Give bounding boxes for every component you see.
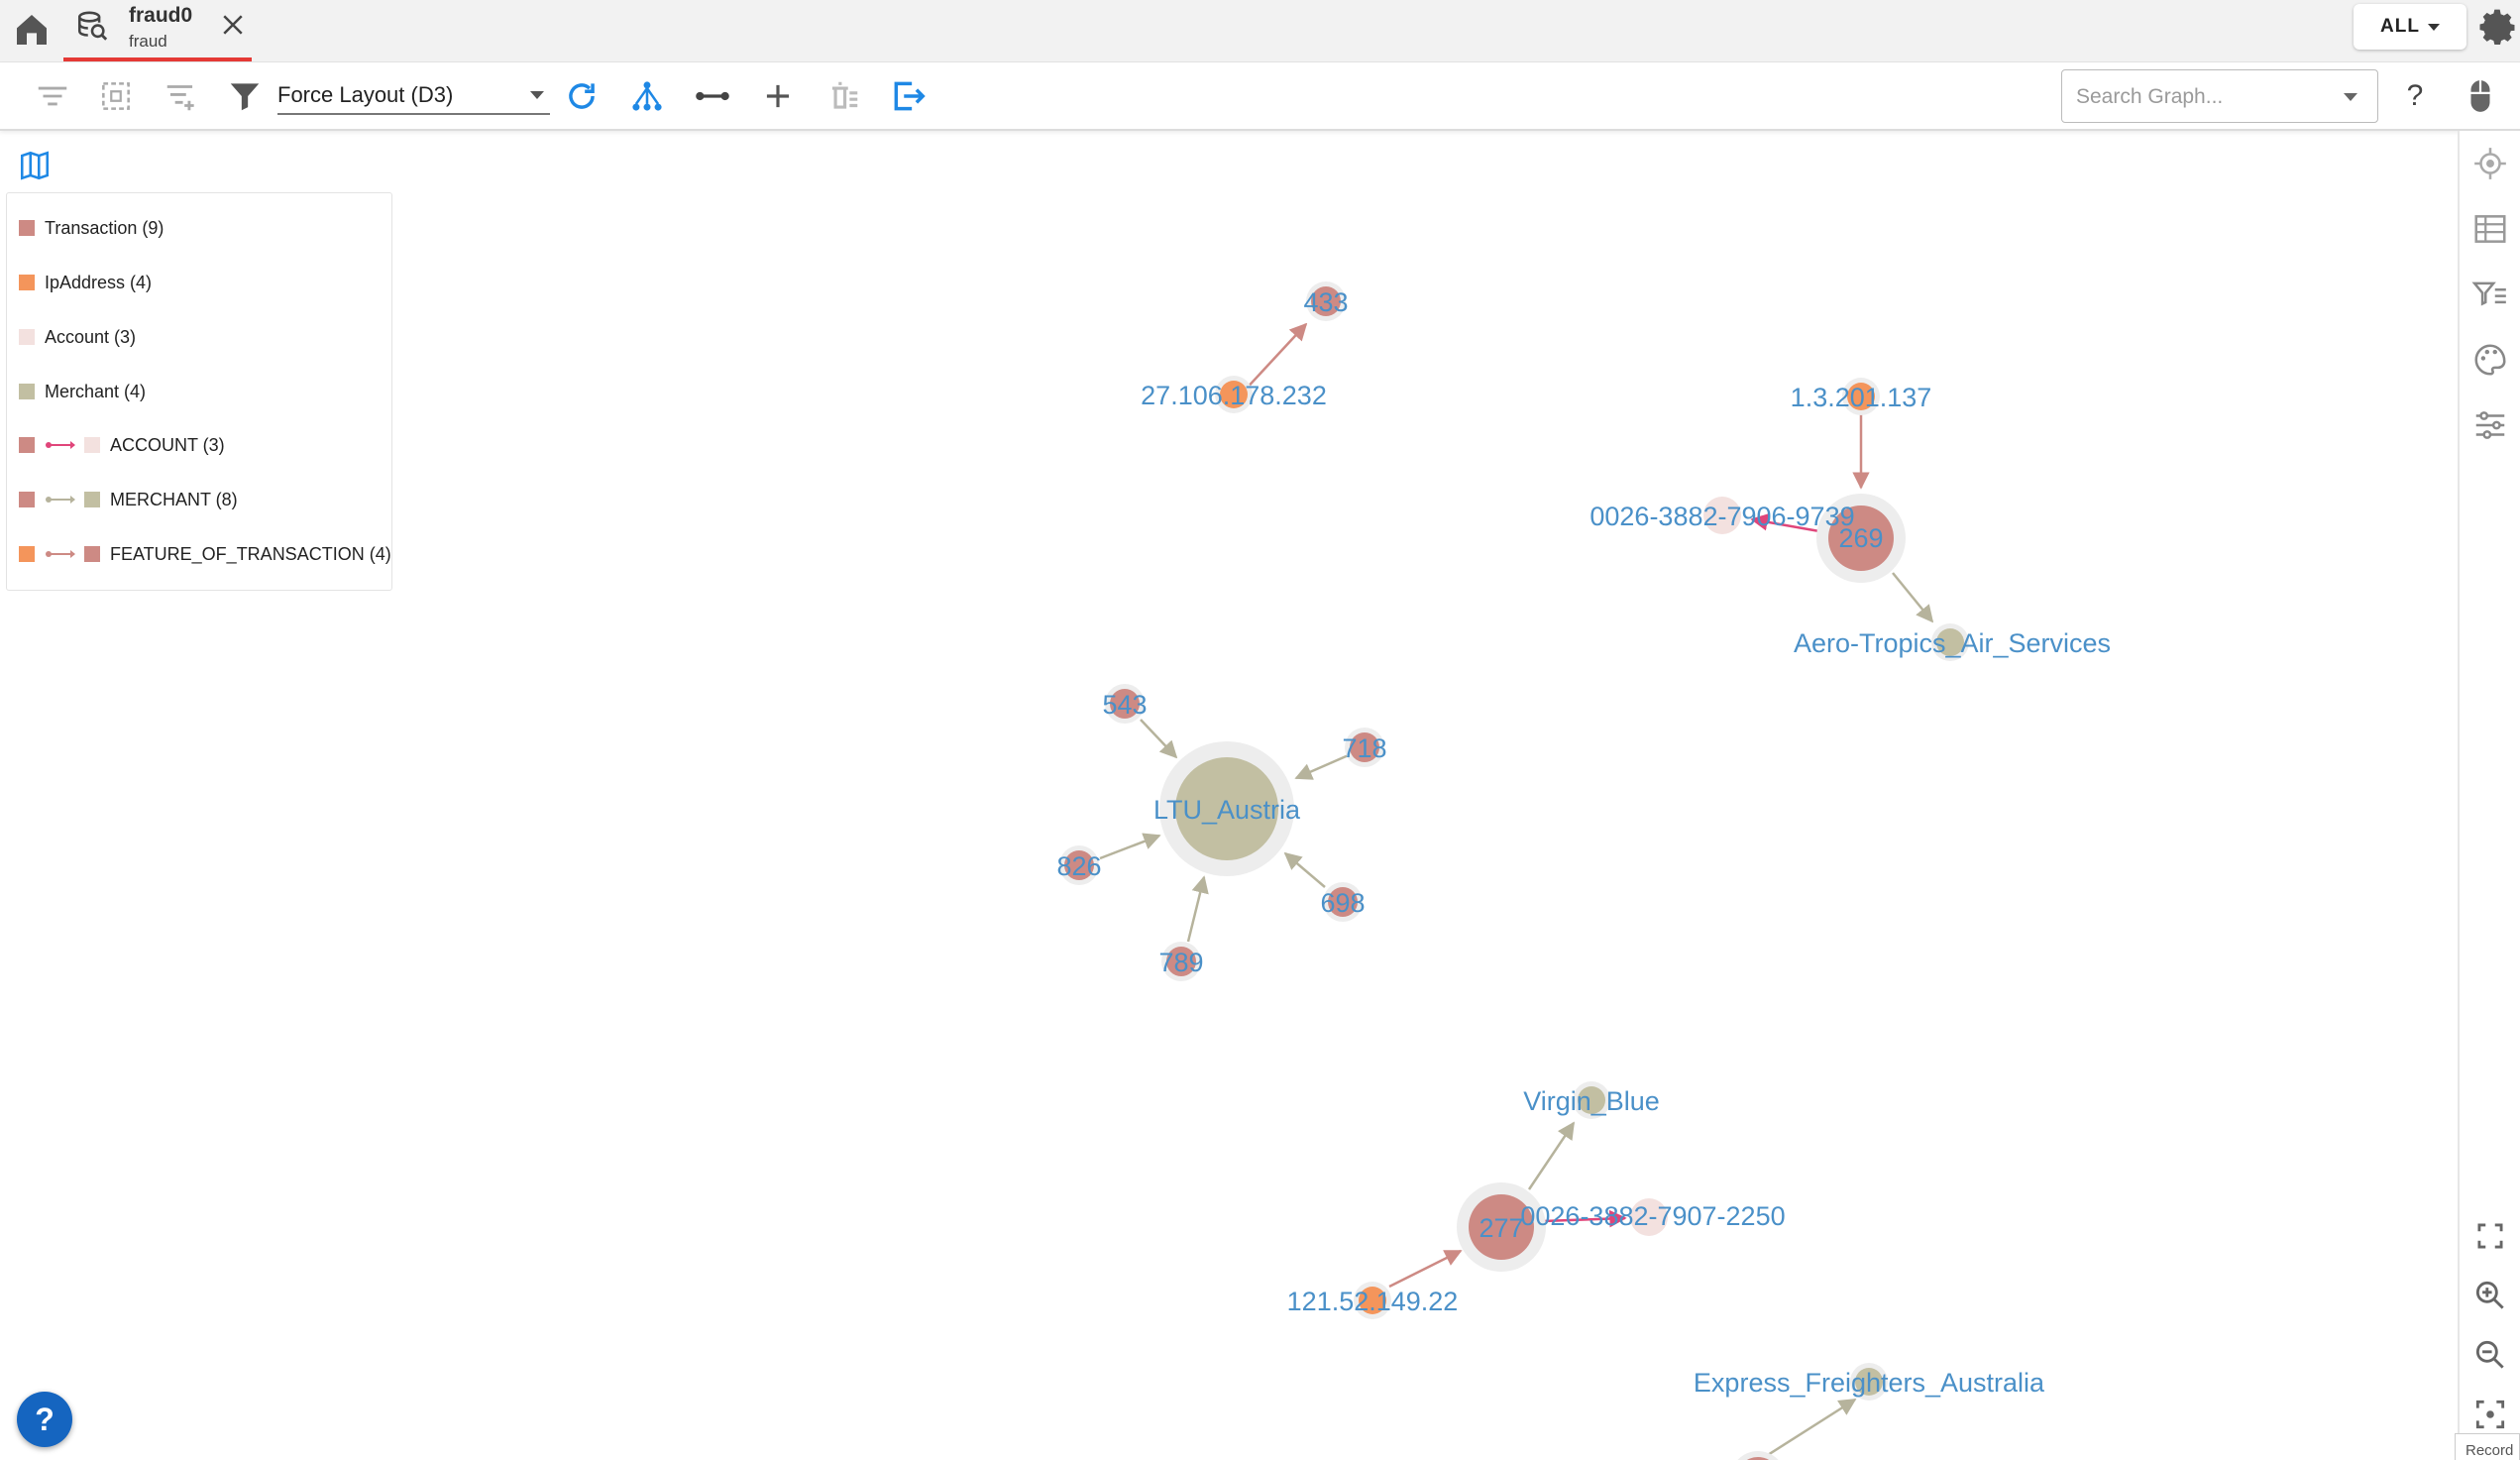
layout-select[interactable]: Force Layout (D3) xyxy=(277,75,550,115)
scope-dropdown-button[interactable]: ALL xyxy=(2354,4,2466,50)
search-graph-field[interactable] xyxy=(2074,80,2336,114)
palette-icon[interactable] xyxy=(2471,341,2509,379)
node-label: 718 xyxy=(1342,733,1386,763)
graph-edge[interactable] xyxy=(1892,572,1934,623)
node-label: Virgin_Blue xyxy=(1523,1086,1660,1116)
locate-icon[interactable] xyxy=(2471,145,2509,182)
search-graph-input[interactable] xyxy=(2061,69,2378,123)
node-label: 27.106.178.232 xyxy=(1141,381,1327,410)
graph-edge[interactable] xyxy=(1099,833,1161,860)
mouse-icon[interactable] xyxy=(2462,77,2499,115)
node-label: 826 xyxy=(1056,851,1101,881)
layout-select-value: Force Layout (D3) xyxy=(277,82,454,107)
node-label: Express_Freighters_Australia xyxy=(1694,1368,2045,1398)
graph-svg[interactable]: 433 27.106.178.232 1.3.201.137 269 0026-… xyxy=(0,131,2458,1460)
edge-icon[interactable] xyxy=(694,77,731,115)
active-tab-indicator xyxy=(63,57,252,61)
collapse-filter-icon[interactable] xyxy=(34,77,71,115)
node-label: Aero-Tropics_Air_Services xyxy=(1794,628,2111,658)
add-icon[interactable] xyxy=(759,77,797,115)
node-label: 0026-3882-7906-9739 xyxy=(1589,502,1854,531)
fit-to-screen-icon[interactable] xyxy=(2471,1396,2509,1433)
graph-toolbar: Force Layout (D3) ? xyxy=(0,63,2520,131)
export-icon[interactable] xyxy=(890,77,928,115)
node-label: 121.52.149.22 xyxy=(1287,1287,1459,1316)
node-label: 433 xyxy=(1303,287,1348,317)
help-fab-button[interactable]: ? xyxy=(17,1392,72,1447)
node-label: LTU_Austria xyxy=(1153,795,1301,825)
help-icon[interactable]: ? xyxy=(2396,77,2434,115)
database-search-icon xyxy=(75,10,109,44)
graph-edge[interactable] xyxy=(1388,1249,1463,1289)
record-tab[interactable]: Record xyxy=(2455,1433,2520,1460)
graph-edge[interactable] xyxy=(1759,1398,1857,1460)
right-sidebar xyxy=(2458,131,2520,1460)
database-subtitle: fraud xyxy=(129,32,167,51)
table-icon[interactable] xyxy=(2471,210,2509,248)
add-filter-icon[interactable] xyxy=(163,77,200,115)
graph-edge[interactable] xyxy=(1186,875,1209,943)
filter-list-icon[interactable] xyxy=(2471,276,2509,313)
node-label: 277 xyxy=(1479,1213,1523,1243)
graph-layout-icon[interactable] xyxy=(628,77,666,115)
node-label: 789 xyxy=(1158,948,1203,977)
home-icon[interactable] xyxy=(12,10,52,50)
node-label: 1.3.201.137 xyxy=(1791,383,1932,412)
zoom-out-icon[interactable] xyxy=(2471,1336,2509,1374)
graph-edge[interactable] xyxy=(1283,851,1326,888)
fullscreen-icon[interactable] xyxy=(2471,1217,2509,1255)
zoom-in-icon[interactable] xyxy=(2471,1277,2509,1314)
filter-icon[interactable] xyxy=(226,77,264,115)
database-name: fraud0 xyxy=(129,4,193,27)
node-label: 0026-3882-7907-2250 xyxy=(1520,1201,1785,1231)
refresh-icon[interactable] xyxy=(563,77,601,115)
node-label: 543 xyxy=(1102,690,1147,720)
tab-bar: fraud0 fraud ALL xyxy=(0,0,2520,62)
graph-edge[interactable] xyxy=(1527,1121,1576,1190)
caret-down-icon xyxy=(530,91,544,99)
close-icon[interactable] xyxy=(218,10,248,40)
scope-label: ALL xyxy=(2380,16,2420,37)
database-tab[interactable]: fraud0 fraud xyxy=(63,0,252,61)
graph-canvas[interactable]: 433 27.106.178.232 1.3.201.137 269 0026-… xyxy=(0,131,2458,1460)
graph-edge[interactable] xyxy=(1140,719,1178,759)
settings-gear-icon[interactable] xyxy=(2477,8,2517,48)
node-label: 698 xyxy=(1320,888,1365,918)
caret-down-icon[interactable] xyxy=(2344,93,2357,101)
delete-icon[interactable] xyxy=(824,77,862,115)
select-area-icon[interactable] xyxy=(97,77,135,115)
caret-down-icon xyxy=(2427,23,2440,31)
sliders-icon[interactable] xyxy=(2471,406,2509,444)
